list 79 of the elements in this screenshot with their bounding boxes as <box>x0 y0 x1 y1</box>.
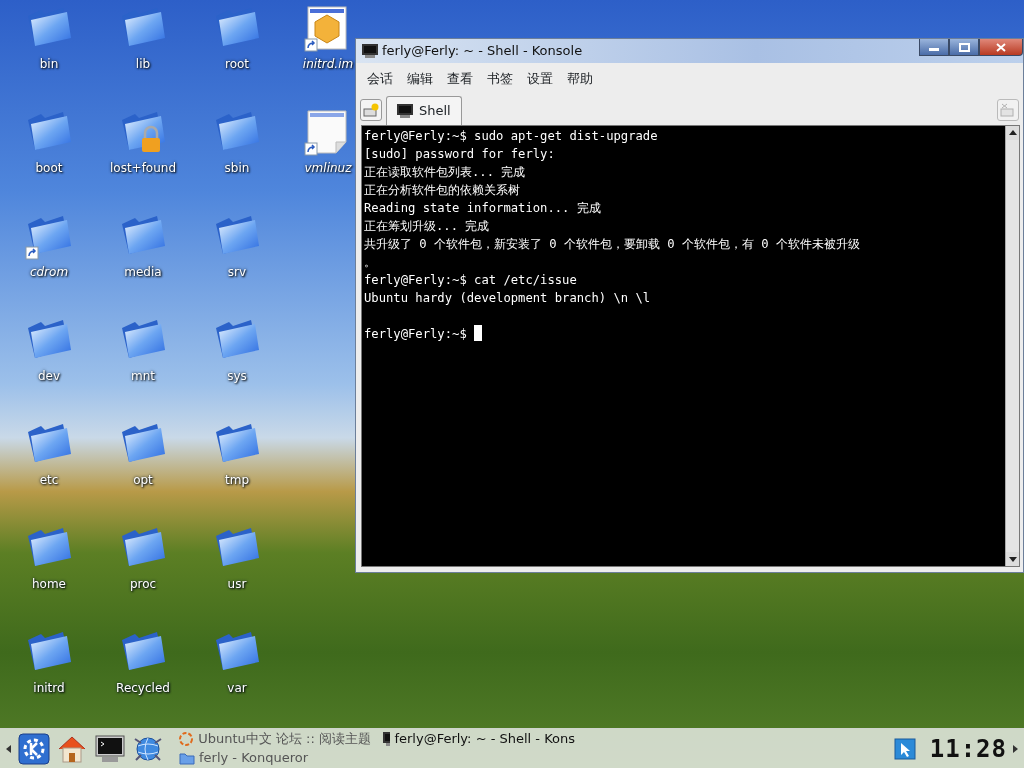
k-menu-launcher[interactable] <box>17 731 51 766</box>
menu-item[interactable]: 书签 <box>480 67 520 91</box>
menu-item[interactable]: 设置 <box>520 67 560 91</box>
icon-label[interactable]: proc <box>129 575 157 593</box>
terminal-icon <box>383 732 391 746</box>
folder-icon[interactable] <box>28 424 71 462</box>
new-session-icon <box>363 102 379 117</box>
tab[interactable]: Shell <box>386 96 462 125</box>
menu-item[interactable]: 会话 <box>360 67 400 91</box>
tray-app-icon[interactable] <box>893 737 916 760</box>
folder-icon[interactable] <box>28 320 71 358</box>
icon-label[interactable]: media <box>124 263 162 281</box>
folder-icon[interactable] <box>28 528 71 566</box>
terminal-line: 。 <box>364 254 376 269</box>
folder-icon[interactable] <box>216 320 259 358</box>
folder-icon[interactable] <box>28 112 71 150</box>
icon-label[interactable]: vmlinuz <box>304 159 352 177</box>
icon-label[interactable]: home <box>32 575 66 593</box>
terminal-line: 正在筹划升级... 完成 <box>364 218 490 233</box>
icon-label[interactable]: root <box>224 55 250 73</box>
package-icon[interactable] <box>307 6 347 50</box>
icon-label[interactable]: bin <box>39 55 59 73</box>
folder-icon[interactable] <box>216 424 259 462</box>
icon-label[interactable]: lib <box>135 55 151 73</box>
terminal-line: ferly@Ferly:~$ <box>364 326 467 341</box>
terminal-line: 正在读取软件包列表... 完成 <box>364 164 526 179</box>
icon-label[interactable]: boot <box>35 159 63 177</box>
icon-label[interactable]: lost+found <box>109 159 177 177</box>
ubuntu-logo-icon <box>179 732 195 746</box>
icon-label[interactable]: initrd <box>33 679 65 697</box>
menu-item[interactable]: 帮助 <box>560 67 600 91</box>
icon-label[interactable]: srv <box>227 263 247 281</box>
icon-label[interactable]: sbin <box>224 159 250 177</box>
scroll-right-icon[interactable] <box>1013 745 1018 753</box>
folder-icon[interactable] <box>122 528 165 566</box>
terminal-icon <box>397 103 413 118</box>
folder-icon[interactable] <box>216 216 259 254</box>
terminal-line: 正在分析软件包的依赖关系树 <box>364 182 520 197</box>
icon-label[interactable]: var <box>227 679 247 697</box>
terminal-line: ferly@Ferly:~$ sudo apt-get dist-upgrade <box>364 128 658 143</box>
scrollbar[interactable] <box>1005 125 1019 566</box>
folder-icon[interactable] <box>122 424 165 462</box>
folder-icon <box>179 751 195 765</box>
folder-icon[interactable] <box>216 632 259 670</box>
terminal-icon <box>362 44 378 58</box>
icon-label[interactable]: cdrom <box>29 263 69 281</box>
folder-icon[interactable] <box>122 320 165 358</box>
close-session-icon <box>1000 102 1016 117</box>
folder-icon[interactable] <box>122 216 165 254</box>
terminal-line: ferly@Ferly:~$ cat /etc/issue <box>364 272 577 287</box>
maximize-button[interactable] <box>949 39 979 56</box>
close-button[interactable] <box>979 39 1023 56</box>
menu-item[interactable]: 编辑 <box>400 67 440 91</box>
icon-label[interactable]: Recycled <box>116 679 170 697</box>
icon-label[interactable]: initrd.im <box>302 55 354 73</box>
icon-label[interactable]: usr <box>227 575 247 593</box>
scroll-up-icon[interactable] <box>1008 130 1017 135</box>
minimize-button[interactable] <box>919 39 949 56</box>
close-icon <box>995 42 1007 52</box>
folder-icon[interactable] <box>122 632 165 670</box>
terminal-line: 共升级了 0 个软件包，新安装了 0 个软件包，要卸载 0 个软件包，有 0 个软件未被升级 <box>364 236 861 251</box>
folder-icon[interactable] <box>216 112 259 150</box>
file-icon[interactable] <box>307 110 347 154</box>
clock[interactable]: 11:28 <box>929 730 1007 767</box>
maximize-icon <box>958 42 970 52</box>
folder-icon[interactable] <box>28 632 71 670</box>
terminal-line: [sudo] password for ferly: <box>364 146 555 161</box>
scroll-left-icon[interactable] <box>6 745 11 753</box>
folder-icon[interactable] <box>216 528 259 566</box>
terminal-line: Ubuntu hardy (development branch) \n \l <box>364 290 651 305</box>
folder-icon[interactable] <box>28 216 71 254</box>
taskbar-task[interactable]: ferly@Ferly: ~ - Shell - Kons <box>379 729 579 749</box>
terminal-line: Reading state information... 完成 <box>364 200 601 215</box>
scroll-down-icon[interactable] <box>1008 556 1017 562</box>
taskbar-task[interactable]: Ubuntu中文 论坛 :: 阅读主题 <box>175 729 375 749</box>
window-title: ferly@Ferly: ~ - Shell - Konsole <box>382 42 583 61</box>
taskbar-task[interactable]: ferly - Konqueror <box>175 748 375 768</box>
menu-item[interactable]: 查看 <box>440 67 480 91</box>
new-session-button[interactable] <box>360 98 382 121</box>
